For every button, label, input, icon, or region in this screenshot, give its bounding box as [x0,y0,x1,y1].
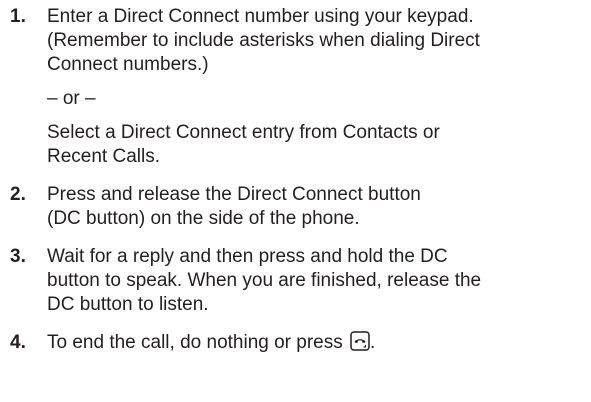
step-text: Wait for a reply and then press and hold… [47,245,585,317]
step-text-line: Press and release the Direct Connect but… [47,184,421,205]
step-text-line: To end the call, do nothing or press . [47,331,585,355]
step-text: Press and release the Direct Connect but… [47,183,585,231]
step-text-line: button to speak. When you are finished, … [47,270,482,291]
step-text-line: Connect numbers.) [47,54,209,75]
or-separator: – or – [47,88,96,109]
step-text: Enter a Direct Connect number using your… [47,5,585,77]
step-text-line: Select a Direct Connect entry from Conta… [47,122,440,143]
step-alt-text: Select a Direct Connect entry from Conta… [47,121,585,169]
step-text-line: Enter a Direct Connect number using your… [47,6,474,27]
step-number: 4. [10,332,26,353]
step-number: 1. [10,6,26,27]
step-text-line: Wait for a reply and then press and hold… [47,246,448,267]
step-2: 2. Press and release the Direct Connect … [10,183,585,231]
step-text-segment: To end the call, do nothing or press [47,332,343,353]
end-call-key-icon [350,331,370,351]
step-text-line: Recent Calls. [47,146,160,167]
step-text-line: (DC button) on the side of the phone. [47,208,360,229]
step-number: 3. [10,246,26,267]
step-end-punctuation: . [370,332,376,353]
step-1: 1. Enter a Direct Connect number using y… [10,5,585,169]
step-number: 2. [10,184,26,205]
step-4: 4. To end the call, do nothing or press … [10,331,585,355]
step-3: 3. Wait for a reply and then press and h… [10,245,585,317]
step-text: To end the call, do nothing or press . [47,331,585,355]
step-text-line: (Remember to include asterisks when dial… [47,30,480,51]
step-text-line: DC button to listen. [47,294,209,315]
instruction-steps: 1. Enter a Direct Connect number using y… [10,5,585,355]
